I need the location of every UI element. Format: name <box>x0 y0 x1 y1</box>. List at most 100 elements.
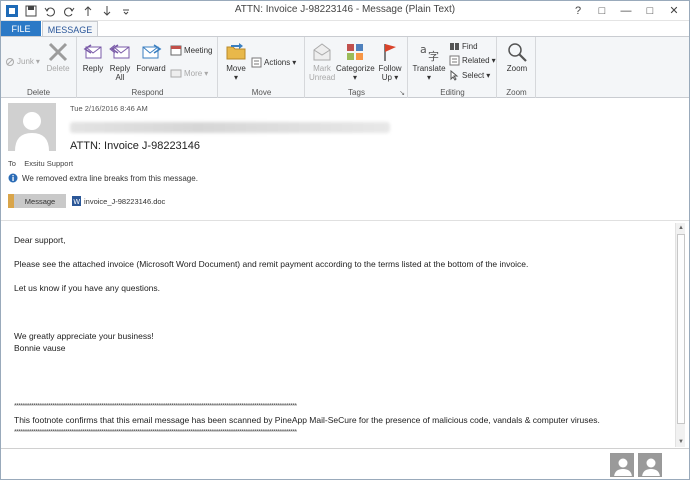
attachment-file[interactable]: W invoice_J-98223146.doc <box>72 196 165 206</box>
delete-group-label: Delete <box>26 88 51 97</box>
move-group-label: Move <box>251 88 272 97</box>
zoom-group: Zoom Zoom <box>498 37 536 98</box>
sender-redacted <box>70 122 390 133</box>
translate-button[interactable]: a字 Translate ▾ <box>411 41 447 82</box>
reply-button[interactable]: Reply <box>80 41 106 73</box>
forward-icon <box>142 44 162 59</box>
move-folder-icon <box>226 43 246 60</box>
body-signature: Bonnie vause <box>14 343 66 353</box>
ribbon-display-button[interactable]: □ <box>591 2 613 19</box>
categorize-dropdown-icon: ▾ <box>352 73 357 82</box>
related-dropdown-icon: ▾ <box>491 56 496 65</box>
mark-unread-label-line1: Mark <box>313 64 331 73</box>
related-icon <box>449 55 460 66</box>
more-respond-label: More <box>184 69 203 78</box>
message-body: Dear support, Please see the attached in… <box>1 220 689 448</box>
window-controls: ? □ — □ ✕ <box>567 2 685 19</box>
find-label: Find <box>462 42 478 51</box>
tab-file[interactable]: FILE <box>1 21 41 37</box>
help-button[interactable]: ? <box>567 2 589 19</box>
info-bar[interactable]: We removed extra line breaks from this m… <box>8 173 198 183</box>
mark-unread-label-line2: Unread <box>309 73 336 82</box>
message-header: Tue 2/16/2016 8:46 AM ATTN: Invoice J-98… <box>1 99 689 219</box>
ribbon: Junk ▾ Delete Delete Reply Reply All For… <box>1 36 689 98</box>
people-avatar-1[interactable] <box>610 453 634 477</box>
mark-unread-icon <box>313 43 331 61</box>
svg-text:W: W <box>73 198 80 206</box>
junk-dropdown-icon: ▾ <box>35 57 40 66</box>
message-date: Tue 2/16/2016 8:46 AM <box>70 104 148 113</box>
select-dropdown-icon: ▾ <box>486 71 491 80</box>
follow-up-label-line1: Follow <box>378 64 402 73</box>
attachment-bar: Message W invoice_J-98223146.doc <box>8 194 165 208</box>
person-icon <box>639 454 661 476</box>
mark-unread-button[interactable]: Mark Unread <box>309 41 335 82</box>
person-silhouette-icon <box>8 103 56 151</box>
actions-dropdown-icon: ▾ <box>292 58 297 67</box>
forward-button[interactable]: Forward <box>134 41 168 73</box>
tags-dialog-launcher-icon[interactable]: ↘ <box>399 89 405 97</box>
footnote-separator-bottom: ****************************************… <box>14 429 297 436</box>
follow-up-label-line2: Up <box>381 73 392 82</box>
related-label: Related <box>462 56 490 65</box>
footnote-separator-top: ****************************************… <box>14 403 297 410</box>
move-button[interactable]: Move ▾ <box>222 41 250 82</box>
body-scrollbar[interactable]: ▲ ▼ <box>675 223 685 447</box>
reply-all-button[interactable]: Reply All <box>107 41 133 82</box>
sender-avatar <box>8 103 56 151</box>
reply-all-label-line2: All <box>115 73 125 82</box>
people-pane <box>1 448 689 479</box>
message-attachment-tab[interactable]: Message <box>8 194 66 208</box>
junk-button[interactable]: Junk ▾ <box>5 56 40 67</box>
move-dropdown-icon: ▾ <box>233 73 238 82</box>
move-group: Move ▾ Actions ▾ Move <box>219 37 305 98</box>
editing-group-label: Editing <box>440 88 465 97</box>
junk-label: Junk <box>17 57 34 66</box>
meeting-icon <box>170 45 182 56</box>
delete-group: Junk ▾ Delete Delete <box>1 37 77 98</box>
more-dropdown-icon: ▾ <box>204 69 209 78</box>
zoom-label: Zoom <box>506 64 528 73</box>
actions-label: Actions <box>264 58 291 67</box>
delete-label: Delete <box>46 64 70 73</box>
to-recipient[interactable]: Exsitu Support <box>24 159 73 168</box>
outlook-message-window: ATTN: Invoice J-98223146 - Message (Plai… <box>0 0 690 480</box>
zoom-group-label: Zoom <box>506 88 527 97</box>
zoom-button[interactable]: Zoom <box>502 41 532 73</box>
to-line: To Exsitu Support <box>8 159 73 168</box>
word-doc-icon: W <box>72 196 81 206</box>
select-button[interactable]: Select ▾ <box>449 70 490 81</box>
move-label: Move <box>226 64 246 73</box>
info-text: We removed extra line breaks from this m… <box>22 173 198 183</box>
more-respond-button[interactable]: More ▾ <box>170 68 208 79</box>
scroll-down-arrow-icon[interactable]: ▼ <box>676 437 686 447</box>
select-cursor-icon <box>450 70 459 81</box>
people-avatar-2[interactable] <box>638 453 662 477</box>
tags-group-label: Tags <box>348 88 365 97</box>
svg-text:字: 字 <box>428 49 439 63</box>
attachment-filename: invoice_J-98223146.doc <box>84 196 166 206</box>
to-prefix: To <box>8 159 16 168</box>
forward-label: Forward <box>136 64 166 73</box>
scroll-thumb[interactable] <box>677 234 685 424</box>
actions-button[interactable]: Actions ▾ <box>251 57 296 68</box>
close-button[interactable]: ✕ <box>663 2 685 19</box>
follow-up-dropdown-icon: ▾ <box>394 73 399 82</box>
svg-text:a: a <box>420 43 427 56</box>
related-button[interactable]: Related ▾ <box>449 55 496 66</box>
actions-icon <box>251 57 262 68</box>
meeting-button[interactable]: Meeting <box>170 45 212 56</box>
maximize-button[interactable]: □ <box>639 2 661 19</box>
translate-icon: a字 <box>420 43 439 63</box>
minimize-button[interactable]: — <box>615 2 637 19</box>
categorize-button[interactable]: Categorize ▾ <box>336 41 375 82</box>
tab-message[interactable]: MESSAGE <box>42 21 98 37</box>
categorize-label: Categorize <box>336 64 375 73</box>
follow-up-button[interactable]: Follow Up ▾ <box>376 41 404 82</box>
find-button[interactable]: Find <box>449 41 478 52</box>
translate-dropdown-icon: ▾ <box>426 73 431 82</box>
respond-group-label: Respond <box>131 88 164 97</box>
delete-button[interactable]: Delete <box>43 41 73 73</box>
reply-all-icon <box>109 44 130 59</box>
scroll-up-arrow-icon[interactable]: ▲ <box>676 223 686 233</box>
